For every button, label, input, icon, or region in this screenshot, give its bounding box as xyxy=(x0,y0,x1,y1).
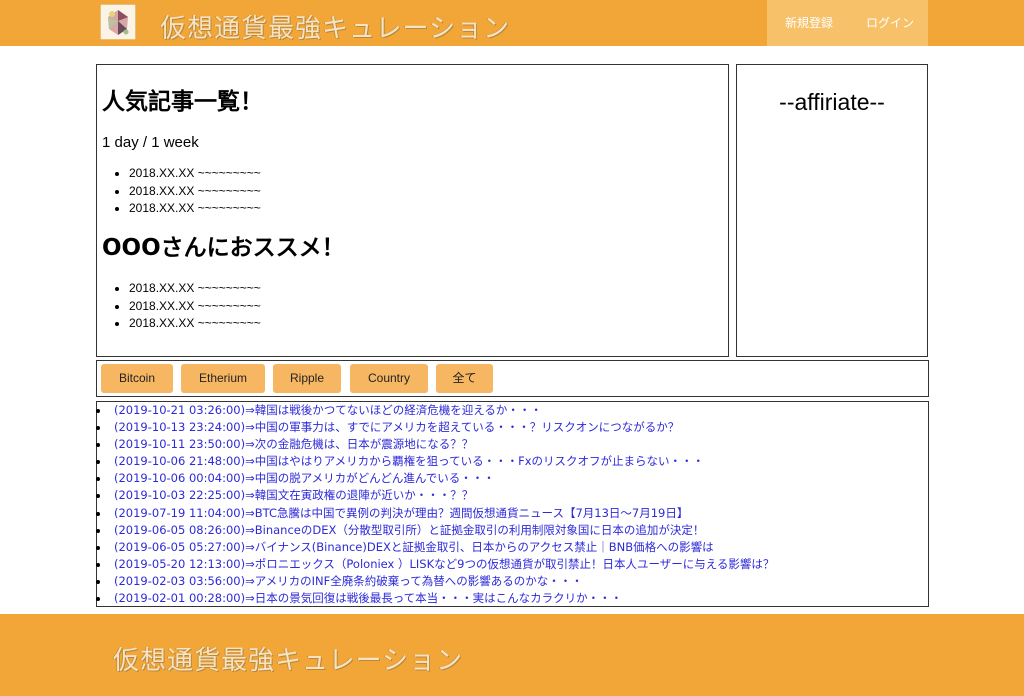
recommend-heading: OOOさんにおススメ！ xyxy=(102,235,345,261)
site-header: 仮想通貨最強キュレーション 新規登録 ログイン xyxy=(0,0,1024,46)
popular-articles-list: 2018.XX.XX ~~~~~~~~~ 2018.XX.XX ~~~~~~~~… xyxy=(129,165,261,218)
list-item[interactable]: 2018.XX.XX ~~~~~~~~~ xyxy=(129,280,261,298)
popular-articles-heading: 人気記事一覧！ xyxy=(102,89,263,115)
period-toggle[interactable]: 1 day / 1 week xyxy=(102,133,199,153)
list-item[interactable]: 2018.XX.XX ~~~~~~~~~ xyxy=(129,200,261,218)
list-item[interactable]: 2018.XX.XX ~~~~~~~~~ xyxy=(129,183,261,201)
news-link[interactable]: (2019-10-21 03:26:00)⇒韓国は戦後かつてないほどの経済危機を… xyxy=(114,402,542,419)
bullet-icon xyxy=(96,426,100,431)
crypto-coin-logo-icon[interactable] xyxy=(100,4,136,40)
news-link[interactable]: (2019-02-03 03:56:00)⇒アメリカのINF全廃条約破棄って為替… xyxy=(114,573,583,590)
news-link[interactable]: (2019-10-13 23:24:00)⇒中国の軍事力は、すでにアメリカを超え… xyxy=(114,419,679,436)
affiliate-panel: --affiriate-- xyxy=(736,64,928,357)
bullet-icon xyxy=(96,545,100,550)
bullet-icon xyxy=(96,494,100,499)
signup-link[interactable]: 新規登録 xyxy=(785,15,833,31)
list-item[interactable]: 2018.XX.XX ~~~~~~~~~ xyxy=(129,165,261,183)
bullet-icon xyxy=(96,409,100,413)
bullet-icon xyxy=(96,597,100,602)
bullet-icon xyxy=(96,579,100,584)
news-link[interactable]: (2019-05-20 12:13:00)⇒ポロニエックス（Poloniex ）… xyxy=(114,556,774,573)
header-nav: 新規登録 ログイン xyxy=(767,0,928,46)
news-list-panel: (2019-10-21 03:26:00)⇒韓国は戦後かつてないほどの経済危機を… xyxy=(96,401,929,607)
popular-articles-panel: 人気記事一覧！ 1 day / 1 week 2018.XX.XX ~~~~~~… xyxy=(96,64,729,357)
news-link[interactable]: (2019-10-11 23:50:00)⇒次の金融危機は、日本が震源地になる？… xyxy=(114,436,473,453)
filter-etherium-button[interactable]: Etherium xyxy=(181,364,265,393)
filter-all-button[interactable]: 全て xyxy=(436,364,493,393)
recommend-list: 2018.XX.XX ~~~~~~~~~ 2018.XX.XX ~~~~~~~~… xyxy=(129,280,261,333)
bullet-icon xyxy=(96,443,100,448)
news-link[interactable]: (2019-10-03 22:25:00)⇒韓国文在寅政権の退陣が近いか・・・？… xyxy=(114,487,473,504)
category-filter-bar: Bitcoin Etherium Ripple Country 全て xyxy=(96,360,929,397)
list-item[interactable]: 2018.XX.XX ~~~~~~~~~ xyxy=(129,315,261,333)
news-link[interactable]: (2019-07-19 11:04:00)⇒BTC急騰は中国で異例の判決が理由？… xyxy=(114,505,688,522)
list-item[interactable]: 2018.XX.XX ~~~~~~~~~ xyxy=(129,298,261,316)
footer-title: 仮想通貨最強キュレーション xyxy=(113,646,463,676)
news-link[interactable]: (2019-06-05 05:27:00)⇒バイナンス(Binance)DEXと… xyxy=(114,539,714,556)
filter-country-button[interactable]: Country xyxy=(350,364,428,393)
bullet-icon xyxy=(96,528,100,533)
news-link[interactable]: (2019-02-01 00:28:00)⇒日本の景気回復は戦後最長って本当・・… xyxy=(114,590,622,607)
bullet-icon xyxy=(96,460,100,465)
bullet-icon xyxy=(96,511,100,516)
affiliate-title: --affiriate-- xyxy=(779,89,885,115)
login-link[interactable]: ログイン xyxy=(866,15,914,31)
news-link[interactable]: (2019-10-06 00:04:00)⇒中国の脱アメリカがどんどん進んでいる… xyxy=(114,470,495,487)
bullet-icon xyxy=(96,562,100,567)
news-link[interactable]: (2019-06-05 08:26:00)⇒BinanceのDEX（分散型取引所… xyxy=(114,522,704,539)
site-footer: 仮想通貨最強キュレーション xyxy=(0,614,1024,696)
news-link[interactable]: (2019-10-06 21:48:00)⇒中国はやはりアメリカから覇権を狙って… xyxy=(114,453,704,470)
filter-ripple-button[interactable]: Ripple xyxy=(273,364,341,393)
filter-bitcoin-button[interactable]: Bitcoin xyxy=(101,364,173,393)
bullet-icon xyxy=(96,477,100,482)
site-title[interactable]: 仮想通貨最強キュレーション xyxy=(160,12,510,46)
